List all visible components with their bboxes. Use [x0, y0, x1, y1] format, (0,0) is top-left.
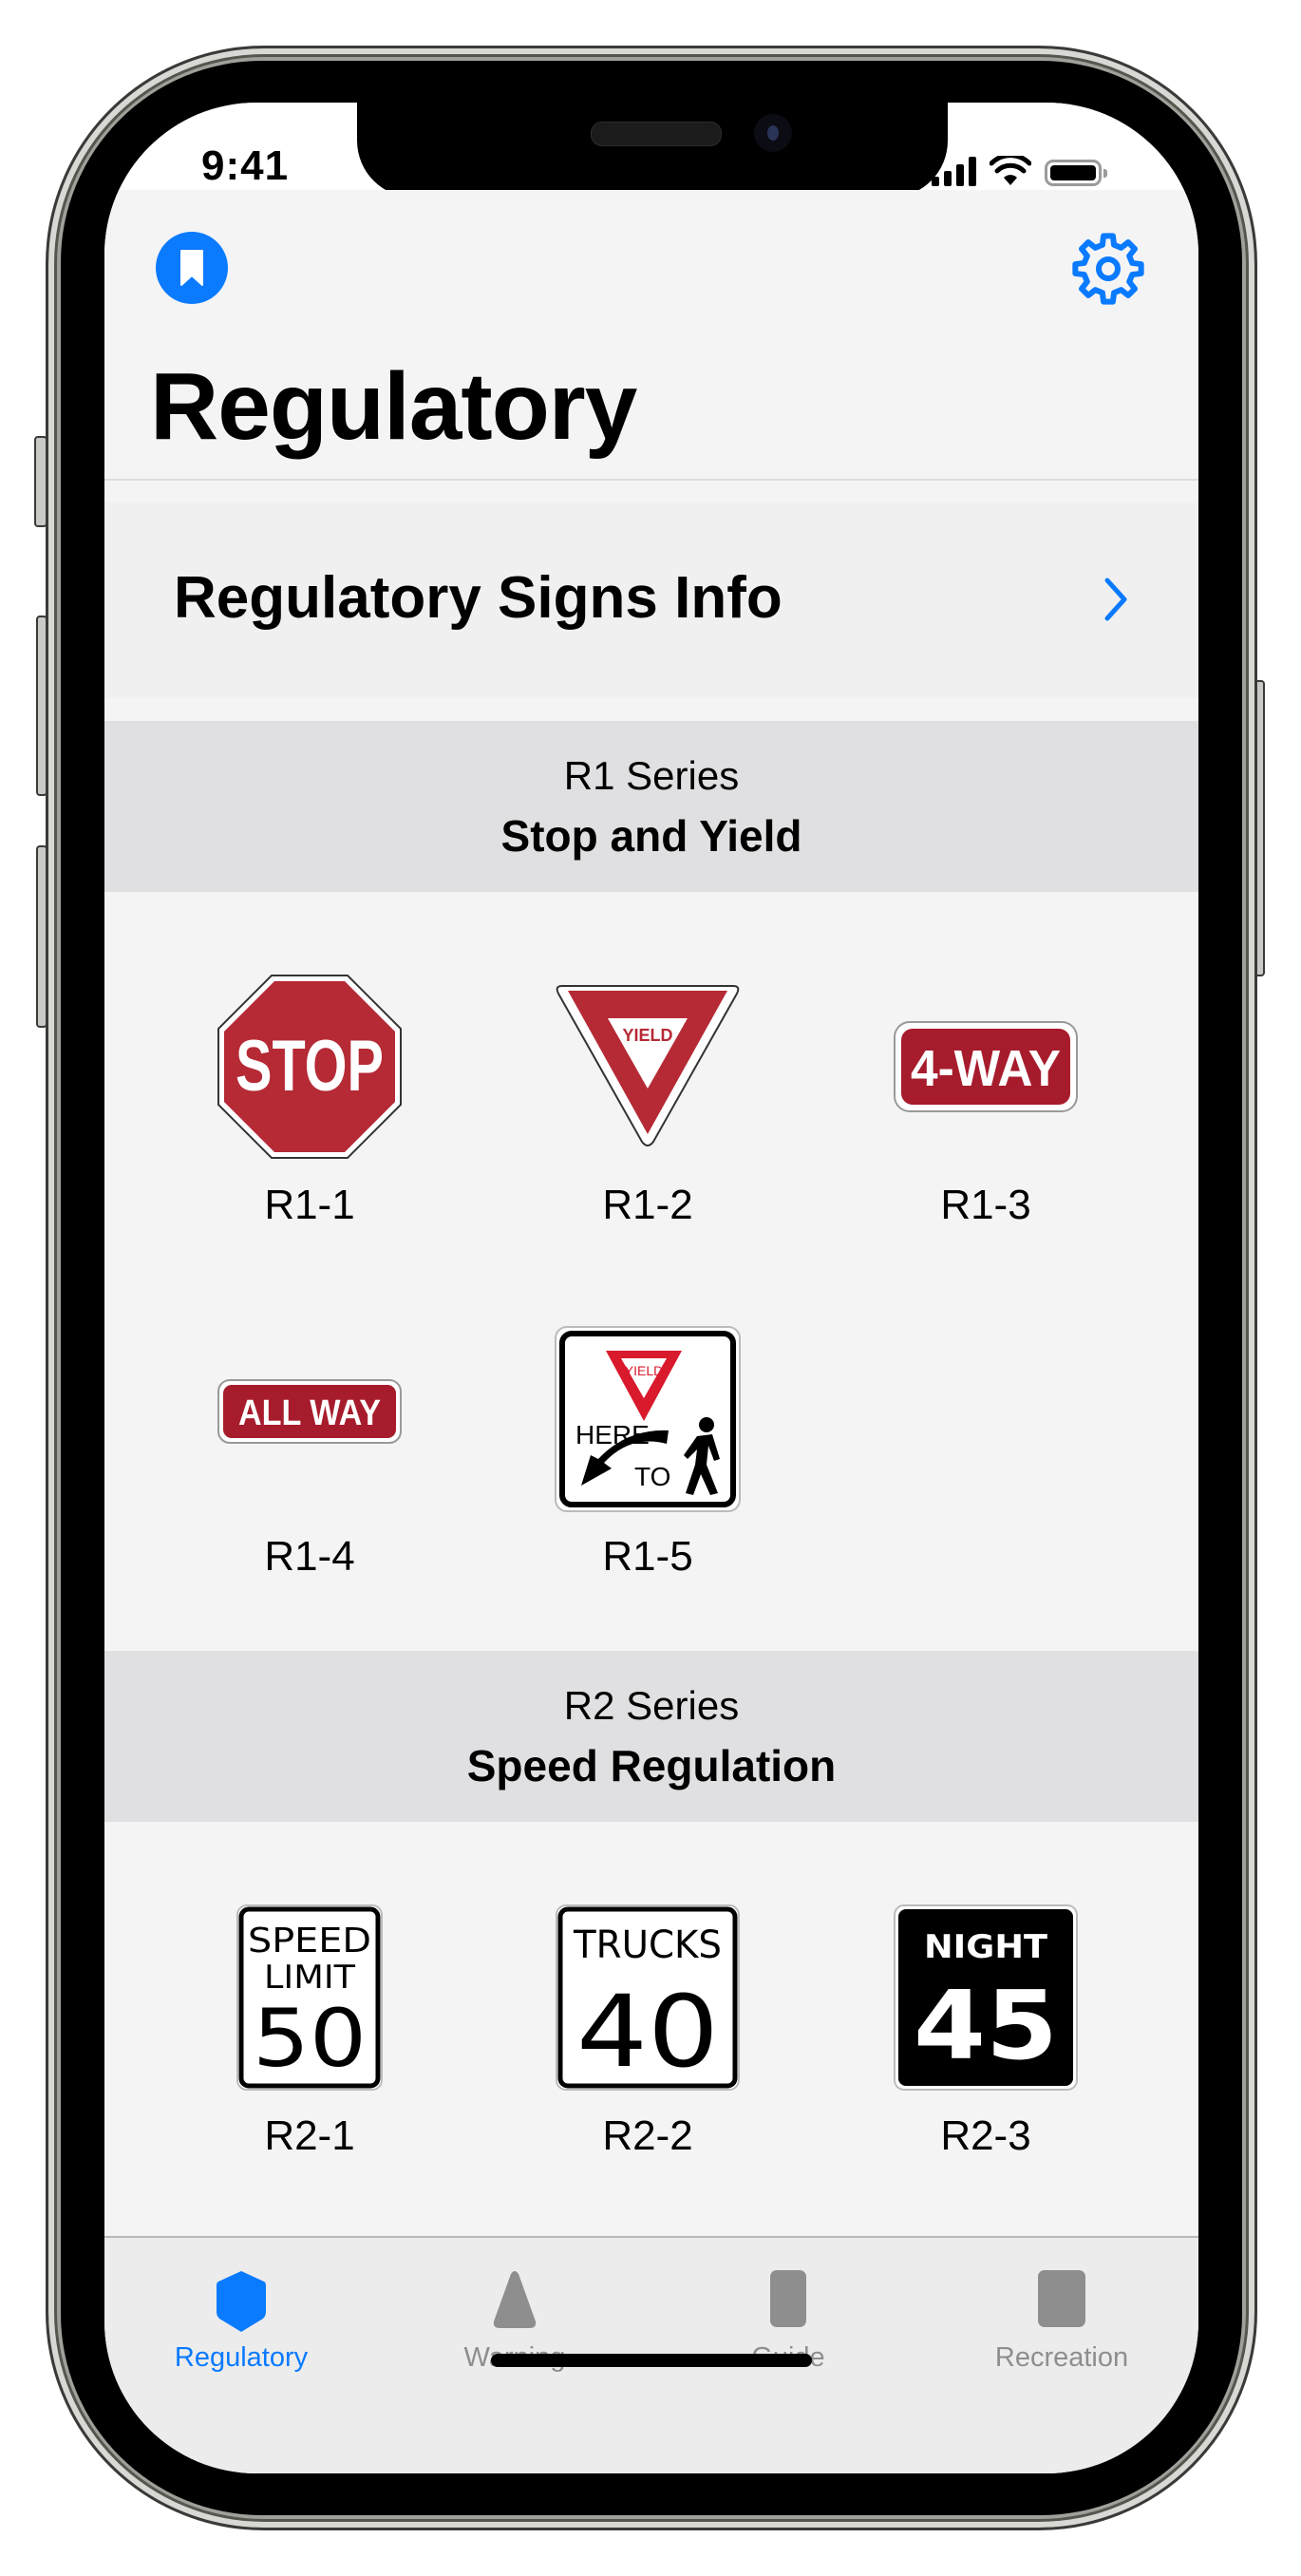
- section-header-r2: R2 Series Speed Regulation: [104, 1651, 1198, 1822]
- tab-warning[interactable]: Warning: [378, 2238, 651, 2399]
- sign-code: R2-2: [602, 2112, 693, 2159]
- bookmark-icon: [180, 250, 203, 286]
- sign-code: R2-3: [940, 2112, 1031, 2159]
- section-title: Stop and Yield: [500, 811, 802, 861]
- all-way-sign-text: ALL WAY: [238, 1393, 381, 1433]
- section-header-r1: R1 Series Stop and Yield: [104, 721, 1198, 892]
- yield-here-to-pedestrians-sign-icon: YIELD HERE TO: [555, 1326, 741, 1512]
- stop-sign-text: STOP: [236, 1026, 384, 1107]
- home-indicator[interactable]: [491, 2354, 812, 2367]
- tab-regulatory[interactable]: Regulatory: [104, 2238, 378, 2399]
- to-text: TO: [634, 1462, 670, 1491]
- speed-limit-sign-icon: SPEED LIMIT 50: [236, 1904, 383, 2091]
- sign-code: R1-1: [264, 1182, 355, 1228]
- speed-text: SPEED: [248, 1922, 371, 1960]
- sign-item-r2-2[interactable]: TRUCKS 40 R2-2: [479, 1896, 817, 2181]
- sign-item-r2-1[interactable]: SPEED LIMIT 50 R2-1: [141, 1896, 479, 2181]
- all-way-sign-icon: ALL WAY: [217, 1379, 402, 1444]
- yield-mini-text: YIELD: [625, 1363, 663, 1378]
- stop-sign-icon: STOP: [217, 975, 402, 1159]
- sign-code: R1-2: [602, 1182, 693, 1228]
- speed-number: 50: [253, 1992, 367, 2085]
- section-series: R2 Series: [563, 1683, 740, 1728]
- screen: 9:41 Regulatory Regulatory Signs Info R1…: [104, 103, 1198, 2473]
- sign-code: R1-5: [602, 1533, 693, 1580]
- sign-item-r1-4[interactable]: ALL WAY R1-4: [141, 1316, 479, 1601]
- wifi-icon: [990, 156, 1031, 185]
- warning-triangle-icon: [493, 2271, 537, 2328]
- tab-recreation[interactable]: Recreation: [925, 2238, 1198, 2399]
- section-title: Speed Regulation: [466, 1741, 837, 1790]
- section-series: R1 Series: [563, 753, 740, 798]
- trucks-text: TRUCKS: [573, 1923, 722, 1967]
- sign-code: R2-1: [264, 2112, 355, 2159]
- night-text: NIGHT: [924, 1928, 1048, 1966]
- gear-outline: [1072, 233, 1144, 305]
- four-way-sign-text: 4-WAY: [911, 1040, 1061, 1097]
- status-bar: 9:41: [104, 103, 1198, 198]
- truck-speed-sign-icon: TRUCKS 40: [556, 1904, 740, 2091]
- sign-item-r1-5[interactable]: YIELD HERE TO R1-5: [479, 1316, 817, 1601]
- regulatory-signs-info-row[interactable]: Regulatory Signs Info: [104, 502, 1198, 698]
- yield-sign-text: YIELD: [622, 1026, 672, 1045]
- cellular-signal-icon: [932, 156, 976, 186]
- guide-sign-icon: [770, 2270, 806, 2327]
- battery-icon: [1045, 160, 1107, 186]
- limit-text: LIMIT: [264, 1959, 355, 1997]
- recreation-sign-icon: [1038, 2270, 1085, 2327]
- status-icons: [932, 154, 1107, 186]
- front-camera: [754, 114, 792, 152]
- tab-guide[interactable]: Guide: [651, 2238, 925, 2399]
- settings-button[interactable]: [1069, 230, 1147, 308]
- earpiece-speaker: [591, 122, 722, 146]
- night-speed-sign-icon: NIGHT 45: [894, 1904, 1078, 2091]
- tab-label: Regulatory: [174, 2342, 309, 2373]
- speed-number: 40: [576, 1974, 719, 2090]
- sign-item-r1-3[interactable]: 4-WAY R1-3: [817, 965, 1155, 1250]
- sign-item-r1-1[interactable]: STOP R1-1: [141, 965, 479, 1250]
- four-way-sign-icon: 4-WAY: [894, 1021, 1078, 1112]
- yield-sign-icon: YIELD: [556, 985, 740, 1146]
- page-title: Regulatory: [150, 353, 637, 460]
- gear-icon: [1072, 233, 1144, 305]
- sign-code: R1-4: [264, 1533, 355, 1580]
- notch: [357, 103, 948, 198]
- sign-item-r1-2[interactable]: YIELD R1-2: [479, 965, 817, 1250]
- shield-icon: [217, 2271, 266, 2332]
- sign-item-r2-3[interactable]: NIGHT 45 R2-3: [817, 1896, 1155, 2181]
- chevron-right-icon: [1104, 578, 1127, 621]
- bookmarks-button[interactable]: [156, 232, 228, 304]
- tab-label: Recreation: [994, 2342, 1129, 2373]
- info-row-label: Regulatory Signs Info: [174, 565, 782, 631]
- nav-divider: [104, 479, 1198, 481]
- status-time: 9:41: [201, 142, 290, 189]
- navigation-bar: Regulatory: [104, 190, 1198, 479]
- sign-code: R1-3: [940, 1182, 1031, 1228]
- speed-number: 45: [914, 1970, 1058, 2081]
